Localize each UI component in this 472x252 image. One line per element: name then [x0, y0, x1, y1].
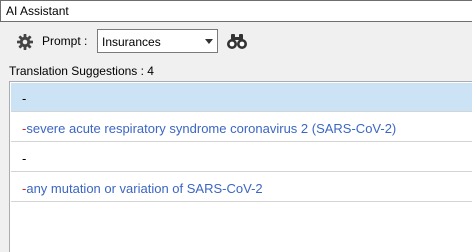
list-item-dash: - [22, 151, 27, 166]
binoculars-icon[interactable] [226, 31, 248, 51]
list-item-text: severe acute respiratory syndrome corona… [26, 121, 397, 136]
list-item-text: any mutation or variation of SARS-CoV-2 [26, 181, 263, 196]
prompt-select-value: Insurances [102, 35, 161, 49]
prompt-label: Prompt : [42, 34, 88, 48]
panel-title: AI Assistant [6, 4, 69, 18]
list-item[interactable]: - [11, 83, 472, 112]
panel-titlebar: AI Assistant [0, 0, 472, 22]
suggestions-count-label: Translation Suggestions : 4 [9, 64, 154, 78]
list-item[interactable]: -severe acute respiratory syndrome coron… [11, 113, 472, 142]
chevron-down-icon[interactable] [205, 39, 213, 44]
list-item[interactable]: - [11, 143, 472, 172]
gear-icon[interactable] [16, 33, 34, 51]
suggestions-list: - -severe acute respiratory syndrome cor… [9, 81, 472, 252]
list-item[interactable]: -any mutation or variation of SARS-CoV-2 [11, 173, 472, 202]
list-item-dash: - [22, 91, 27, 106]
prompt-select[interactable]: Insurances [97, 29, 218, 53]
